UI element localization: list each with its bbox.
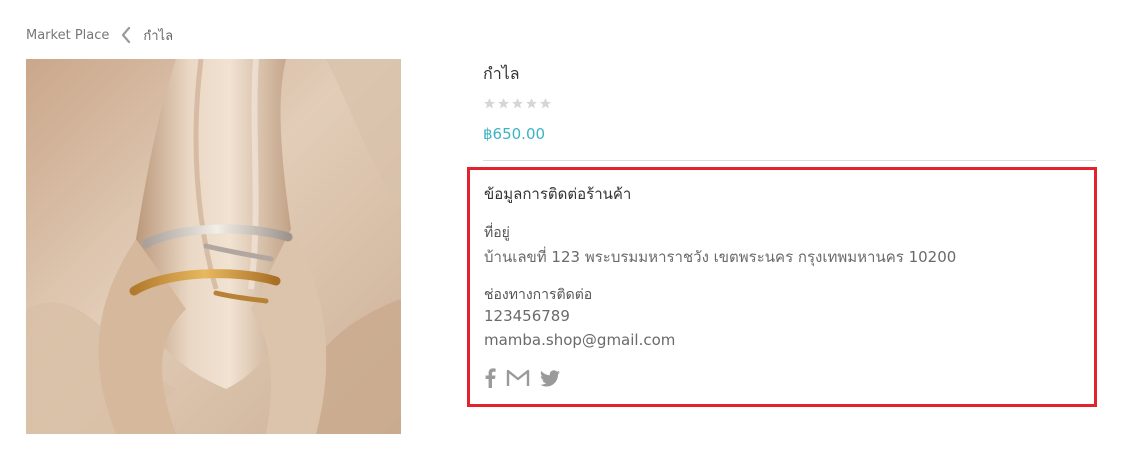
star-icon[interactable] bbox=[511, 97, 524, 110]
breadcrumb-market-place-link[interactable]: Market Place bbox=[26, 28, 109, 43]
breadcrumb: Market Place กำไล bbox=[26, 24, 173, 46]
breadcrumb-current: กำไล bbox=[143, 28, 174, 44]
star-icon[interactable] bbox=[525, 97, 538, 110]
product-image[interactable] bbox=[26, 59, 401, 434]
star-icon[interactable] bbox=[539, 97, 552, 110]
contact-channels-label: ช่องทางการติดต่อ bbox=[484, 287, 593, 303]
facebook-icon[interactable] bbox=[484, 368, 496, 388]
phone-value: 123456789 bbox=[484, 307, 570, 325]
divider bbox=[483, 160, 1096, 161]
star-icon[interactable] bbox=[497, 97, 510, 110]
chevron-left-icon[interactable] bbox=[121, 26, 131, 44]
contact-section-title: ข้อมูลการติดต่อร้านค้า bbox=[484, 185, 632, 203]
shop-contact-section: ข้อมูลการติดต่อร้านค้า ที่อยู่ บ้านเลขที… bbox=[467, 167, 1097, 407]
gmail-icon[interactable] bbox=[506, 369, 530, 387]
product-price: ฿650.00 bbox=[483, 125, 546, 143]
email-value: mamba.shop@gmail.com bbox=[484, 331, 676, 349]
twitter-icon[interactable] bbox=[540, 369, 560, 387]
product-rating[interactable] bbox=[483, 97, 552, 110]
product-title: กำไล bbox=[483, 64, 520, 83]
social-links bbox=[484, 368, 560, 388]
address-label: ที่อยู่ bbox=[484, 225, 510, 241]
star-icon[interactable] bbox=[483, 97, 496, 110]
address-value: บ้านเลขที่ 123 พระบรมมหาราชวัง เขตพระนคร… bbox=[484, 248, 957, 266]
